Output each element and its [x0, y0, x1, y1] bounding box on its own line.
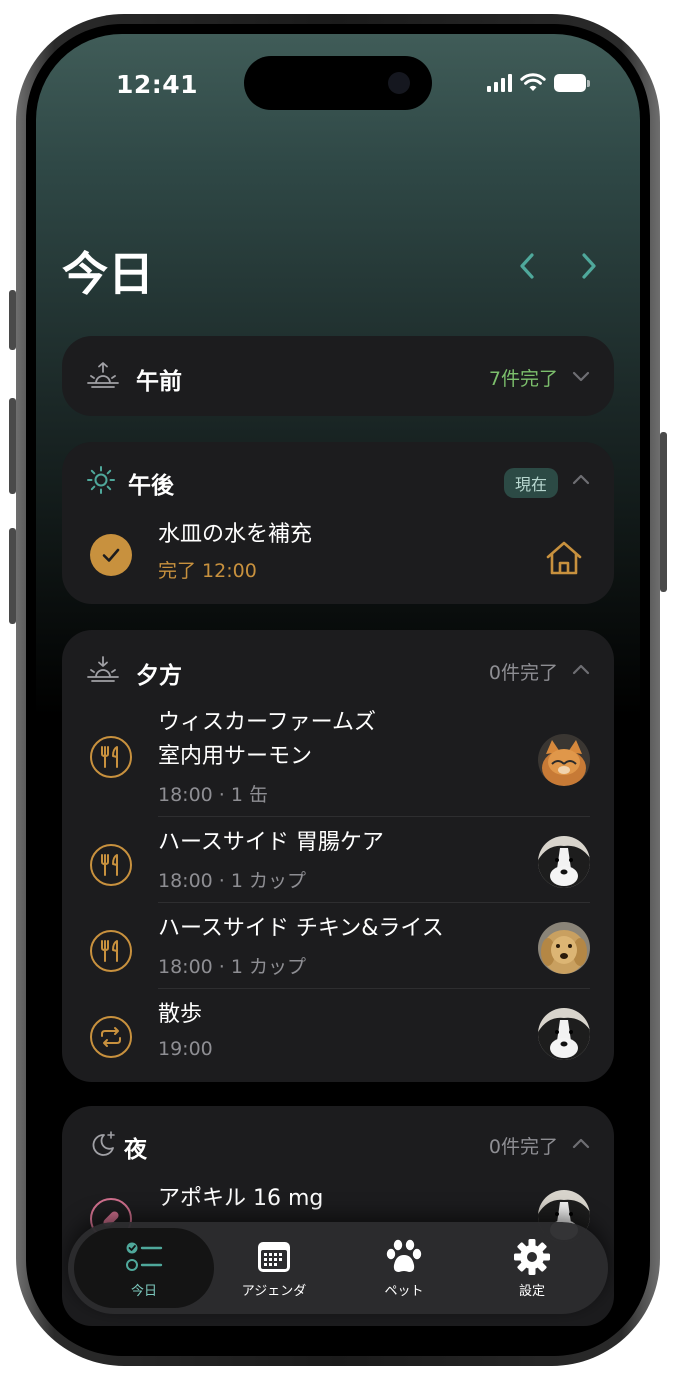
- task-name: 水皿の水を補充: [158, 522, 313, 547]
- task-name: ハースサイド チキン&ライス: [158, 916, 444, 941]
- fork-knife-icon[interactable]: [90, 930, 132, 972]
- sun-icon: [84, 463, 118, 497]
- golden-retriever-avatar: [538, 922, 590, 974]
- tab-label: アジェンダ: [241, 1284, 307, 1299]
- fork-knife-icon[interactable]: [90, 736, 132, 778]
- previous-day-button[interactable]: [512, 249, 542, 283]
- tab-label: 今日: [130, 1284, 157, 1299]
- paw-icon: [385, 1238, 423, 1276]
- tab-label: ペット: [384, 1284, 424, 1299]
- section-header[interactable]: 夜 0件完了: [62, 1124, 614, 1164]
- calendar-icon: [255, 1238, 293, 1276]
- tab-agenda[interactable]: アジェンダ: [204, 1228, 344, 1308]
- task-name: ハースサイド 胃腸ケア: [158, 830, 384, 855]
- section-title: 午前: [136, 369, 182, 395]
- section-afternoon: 午後 現在 水皿の水を補充 完了 12:00: [62, 442, 614, 604]
- chevron-up-icon[interactable]: [570, 1133, 592, 1155]
- section-count: 0件完了: [488, 662, 558, 684]
- next-day-button[interactable]: [574, 249, 604, 283]
- row-divider: [158, 816, 590, 817]
- section-morning[interactable]: 午前 7件完了: [62, 336, 614, 416]
- volume-up-button: [9, 398, 16, 494]
- section-evening: 夕方 0件完了 ウィスカーファームズ 室内用サーモン 18:00 · 1 缶 ハ…: [62, 630, 614, 1082]
- battery-icon: [554, 74, 590, 92]
- task-row[interactable]: 散歩 19:00: [62, 998, 614, 1074]
- home-icon: [538, 532, 590, 584]
- task-row[interactable]: ウィスカーファームズ 室内用サーモン 18:00 · 1 缶: [62, 706, 614, 816]
- tab-bar: 今日 アジェンダ ペット 設定: [68, 1222, 608, 1314]
- dynamic-island: [244, 56, 432, 110]
- wifi-icon: [520, 73, 546, 91]
- tab-label: 設定: [518, 1284, 545, 1299]
- moon-icon: [86, 1127, 120, 1161]
- section-count: 0件完了: [488, 1136, 558, 1158]
- task-row[interactable]: ハースサイド チキン&ライス 18:00 · 1 カップ: [62, 912, 614, 988]
- border-collie-avatar: [538, 836, 590, 888]
- task-meta: 18:00 · 1 カップ: [158, 956, 307, 978]
- chevron-left-icon: [520, 253, 534, 279]
- task-row[interactable]: ハースサイド 胃腸ケア 18:00 · 1 カップ: [62, 826, 614, 902]
- task-name: 散歩: [158, 1002, 203, 1027]
- volume-down-button: [9, 528, 16, 624]
- task-meta: 19:00: [158, 1038, 213, 1060]
- tab-today[interactable]: 今日: [74, 1228, 214, 1308]
- chevron-up-icon[interactable]: [570, 659, 592, 681]
- chevron-up-icon[interactable]: [570, 469, 592, 491]
- section-header[interactable]: 午前 7件完了: [62, 356, 614, 396]
- sunrise-icon: [86, 359, 120, 393]
- task-name-line2: 室内用サーモン: [158, 744, 313, 769]
- repeat-icon[interactable]: [90, 1016, 132, 1058]
- gear-icon: [513, 1238, 551, 1276]
- tab-pets[interactable]: ペット: [334, 1228, 474, 1308]
- chevron-down-icon[interactable]: [570, 365, 592, 387]
- task-name: アポキル 16 mg: [158, 1186, 324, 1211]
- status-icons: [487, 72, 590, 94]
- orange-cat-avatar: [538, 734, 590, 786]
- action-button: [9, 290, 16, 350]
- current-badge: 現在: [503, 468, 558, 498]
- section-count: 7件完了: [488, 368, 558, 390]
- sunset-icon: [86, 653, 120, 687]
- section-title: 午後: [128, 473, 174, 499]
- task-name-line1: ウィスカーファームズ: [158, 710, 377, 735]
- fork-knife-icon[interactable]: [90, 844, 132, 886]
- section-title: 夜: [124, 1137, 147, 1163]
- tab-settings[interactable]: 設定: [462, 1228, 602, 1308]
- screen: 12:41 今日 午前 7件完了 午後 現在 水皿の水を補充 完了 12:00 …: [36, 34, 640, 1346]
- check-icon[interactable]: [90, 534, 132, 576]
- status-time: 12:41: [116, 70, 199, 99]
- task-meta: 18:00 · 1 缶: [158, 784, 269, 806]
- task-meta: 完了 12:00: [158, 560, 257, 582]
- chevron-right-icon: [582, 253, 596, 279]
- border-collie-avatar: [538, 1008, 590, 1060]
- task-row[interactable]: 水皿の水を補充 完了 12:00: [62, 518, 614, 590]
- page-title: 今日: [62, 247, 154, 301]
- section-header[interactable]: 夕方 0件完了: [62, 650, 614, 690]
- row-divider: [158, 902, 590, 903]
- checklist-icon: [125, 1238, 163, 1276]
- cellular-signal-icon: [487, 74, 512, 92]
- power-button: [660, 432, 667, 592]
- row-divider: [158, 988, 590, 989]
- task-meta: 18:00 · 1 カップ: [158, 870, 307, 892]
- section-header[interactable]: 午後 現在: [62, 460, 614, 500]
- section-title: 夕方: [136, 663, 182, 689]
